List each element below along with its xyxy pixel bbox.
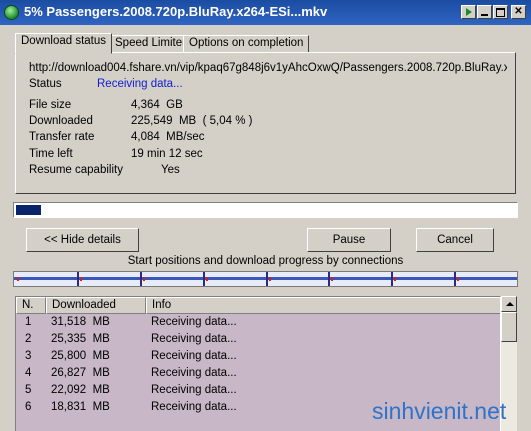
row-downloaded: 25,335 MB xyxy=(51,333,110,345)
file-size-label: File size xyxy=(29,99,72,111)
row-info: Receiving data... xyxy=(151,384,237,396)
connection-progress-marker xyxy=(17,277,19,281)
status-value: Receiving data... xyxy=(97,78,183,90)
connection-boundary-marker xyxy=(454,272,456,286)
cancel-button[interactable]: Cancel xyxy=(416,228,494,252)
scroll-thumb[interactable] xyxy=(501,312,517,342)
table-row[interactable]: 5 22,092 MB Receiving data... xyxy=(16,382,500,399)
window-title: 5% Passengers.2008.720p.BluRay.x264-ESi.… xyxy=(24,4,328,19)
row-number: 5 xyxy=(25,384,32,396)
watermark: sinhvienit.net xyxy=(372,398,507,424)
row-info: Receiving data... xyxy=(151,367,237,379)
resume-capability-label: Resume capability xyxy=(29,164,123,176)
time-left-label: Time left xyxy=(29,148,73,160)
row-downloaded: 26,827 MB xyxy=(51,367,110,379)
download-url: http://download004.fshare.vn/vip/kpaq67g… xyxy=(29,62,507,74)
transfer-rate-label: Transfer rate xyxy=(29,131,95,143)
title-bar[interactable]: 5% Passengers.2008.720p.BluRay.x264-ESi.… xyxy=(0,0,531,25)
column-header-info[interactable]: Info xyxy=(146,297,500,314)
file-size-value: 4,364 GB xyxy=(131,99,183,111)
row-number: 3 xyxy=(25,350,32,362)
table-row[interactable]: 4 26,827 MB Receiving data... xyxy=(16,365,500,382)
download-progress-bar xyxy=(13,202,518,218)
connection-boundary-marker xyxy=(391,272,393,286)
connection-boundary-marker xyxy=(77,272,79,286)
time-left-value: 19 min 12 sec xyxy=(131,148,203,160)
downloaded-value: 225,549 MB ( 5,04 % ) xyxy=(131,115,253,127)
close-icon: ✕ xyxy=(514,6,523,17)
tab-download-status[interactable]: Download status xyxy=(15,33,113,54)
row-number: 4 xyxy=(25,367,32,379)
row-info: Receiving data... xyxy=(151,401,237,413)
connections-label: Start positions and download progress by… xyxy=(127,255,404,267)
row-number: 6 xyxy=(25,401,32,413)
download-manager-icon xyxy=(4,5,19,20)
download-window: 5% Passengers.2008.720p.BluRay.x264-ESi.… xyxy=(0,0,531,431)
connection-progress-marker xyxy=(394,277,396,281)
close-button[interactable]: ✕ xyxy=(511,5,526,19)
tab-options-on-completion[interactable]: Options on completion xyxy=(183,35,310,53)
connections-progress-bar xyxy=(13,271,518,287)
connection-boundary-marker xyxy=(328,272,330,286)
row-number: 2 xyxy=(25,333,32,345)
table-row[interactable]: 2 25,335 MB Receiving data... xyxy=(16,331,500,348)
row-downloaded: 22,092 MB xyxy=(51,384,110,396)
row-info: Receiving data... xyxy=(151,350,237,362)
connection-progress-marker xyxy=(206,277,208,281)
pause-button[interactable]: Pause xyxy=(307,228,391,252)
play-button[interactable] xyxy=(461,5,476,19)
status-label: Status xyxy=(29,78,62,90)
row-number: 1 xyxy=(25,316,32,328)
maximize-icon xyxy=(496,8,505,17)
minimize-button[interactable] xyxy=(477,5,492,19)
arrow-up-icon xyxy=(506,302,514,306)
connection-boundary-marker xyxy=(203,272,205,286)
hide-details-button[interactable]: << Hide details xyxy=(26,228,139,252)
transfer-rate-value: 4,084 MB/sec xyxy=(131,131,205,143)
connection-boundary-marker xyxy=(266,272,268,286)
column-header-number[interactable]: N. xyxy=(16,297,46,314)
maximize-button[interactable] xyxy=(493,5,508,19)
column-header-downloaded[interactable]: Downloaded xyxy=(46,297,146,314)
minimize-icon xyxy=(481,14,488,16)
connection-progress-marker xyxy=(269,277,271,281)
table-row[interactable]: 3 25,800 MB Receiving data... xyxy=(16,348,500,365)
connection-progress-marker xyxy=(143,277,145,281)
row-downloaded: 18,831 MB xyxy=(51,401,110,413)
downloaded-label: Downloaded xyxy=(29,115,93,127)
play-icon xyxy=(465,8,472,16)
connection-progress-marker xyxy=(457,277,459,281)
connection-progress-marker xyxy=(80,277,82,281)
connection-boundary-marker xyxy=(140,272,142,286)
resume-capability-value: Yes xyxy=(161,164,180,176)
row-downloaded: 31,518 MB xyxy=(51,316,110,328)
row-info: Receiving data... xyxy=(151,316,237,328)
tab-speed-limiter[interactable]: Speed Limiter xyxy=(109,35,192,53)
row-downloaded: 25,800 MB xyxy=(51,350,110,362)
table-header: N. Downloaded Info xyxy=(16,297,500,314)
row-info: Receiving data... xyxy=(151,333,237,345)
connection-progress-marker xyxy=(331,277,333,281)
progress-fill xyxy=(16,205,41,215)
table-row[interactable]: 1 31,518 MB Receiving data... xyxy=(16,314,500,331)
scroll-up-button[interactable] xyxy=(501,296,517,312)
